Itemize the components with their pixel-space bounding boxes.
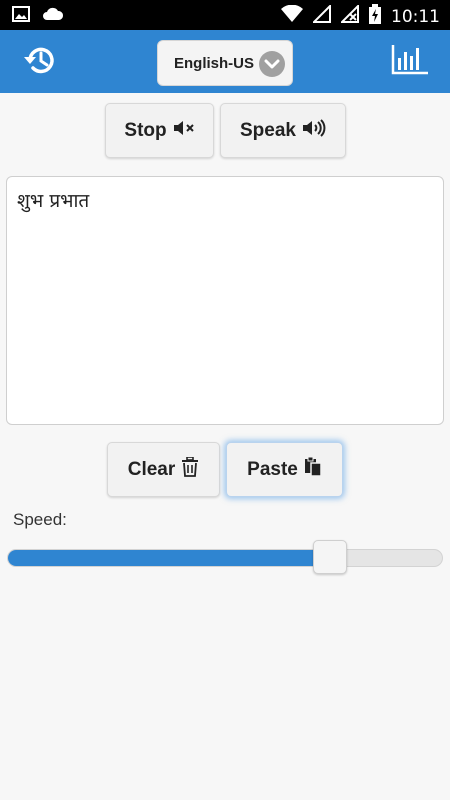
status-time: 10:11 <box>391 6 440 27</box>
image-icon <box>12 6 30 27</box>
cloud-icon <box>42 7 64 26</box>
speak-button[interactable]: Speak <box>220 103 346 158</box>
bar-chart-icon <box>391 44 429 81</box>
stop-button[interactable]: Stop <box>105 103 214 158</box>
clear-label: Clear <box>127 458 176 480</box>
paste-label: Paste <box>247 458 298 480</box>
volume-up-icon <box>302 118 326 143</box>
clear-button[interactable]: Clear <box>107 442 220 497</box>
stop-label: Stop <box>124 119 167 141</box>
chevron-down-icon <box>259 51 285 77</box>
battery-charging-icon <box>369 4 381 29</box>
trash-icon <box>181 455 199 483</box>
clipboard-icon <box>304 456 322 483</box>
wifi-icon <box>281 4 303 28</box>
speed-label: Speed: <box>13 510 67 529</box>
stats-button[interactable] <box>391 44 429 81</box>
speed-slider[interactable] <box>7 549 443 567</box>
history-button[interactable] <box>22 44 58 80</box>
speed-slider-thumb[interactable] <box>312 540 347 574</box>
language-label: English-US <box>174 54 255 72</box>
speak-label: Speak <box>240 119 296 141</box>
history-icon <box>22 42 58 83</box>
app-header: English-US <box>0 30 450 93</box>
paste-button[interactable]: Paste <box>226 442 343 497</box>
volume-mute-icon <box>173 120 195 142</box>
no-sim-icon <box>339 3 359 28</box>
text-input[interactable]: शुभ प्रभात <box>6 176 444 425</box>
status-bar: 10:11 <box>0 0 450 30</box>
signal-icon <box>311 3 331 28</box>
speed-slider-fill <box>8 550 330 566</box>
language-select[interactable]: English-US <box>157 40 293 86</box>
